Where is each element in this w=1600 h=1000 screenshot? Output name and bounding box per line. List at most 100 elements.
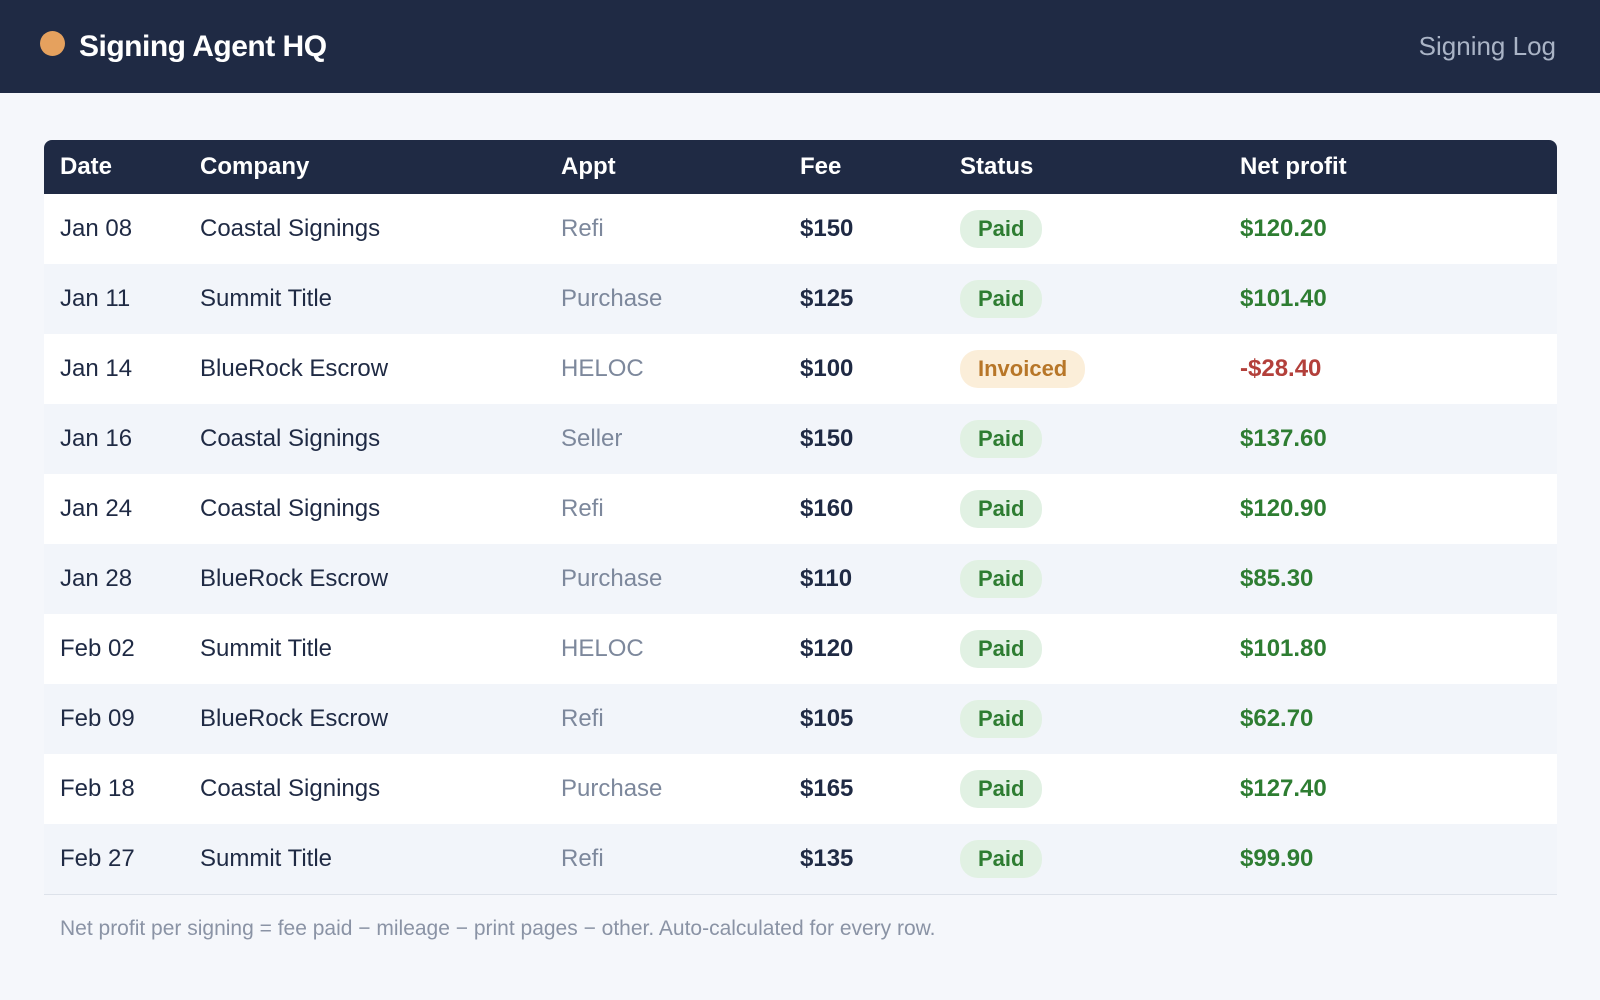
cell-date: Feb 18 bbox=[60, 775, 135, 802]
cell-company: Summit Title bbox=[200, 285, 333, 312]
cell-appt: Refi bbox=[561, 215, 604, 242]
footnote: Net profit per signing = fee paid − mile… bbox=[60, 917, 936, 940]
brand-title: Signing Agent HQ bbox=[79, 29, 327, 63]
status-badge: Paid bbox=[960, 490, 1043, 528]
table-header-row: Date Company Appt Fee Status Net profit bbox=[44, 140, 1557, 194]
cell-net-profit-value: $137.60 bbox=[1240, 425, 1327, 452]
cell-appt: Refi bbox=[561, 705, 604, 732]
cell-net-profit-value: $120.20 bbox=[1240, 215, 1327, 242]
column-header-company[interactable]: Company bbox=[184, 153, 545, 181]
cell-status: Paid bbox=[944, 700, 1224, 738]
cell-appt: Purchase bbox=[561, 565, 663, 592]
table-row[interactable]: Feb 09 BlueRock Escrow Refi $105 Paid $62.70 bbox=[44, 684, 1557, 754]
cell-company: BlueRock Escrow bbox=[200, 705, 389, 732]
cell-fee: $100 bbox=[800, 355, 854, 382]
status-badge: Paid bbox=[960, 280, 1043, 318]
cell-net-profit: $85.30 bbox=[1224, 565, 1557, 593]
cell-net-profit-value: $101.80 bbox=[1240, 635, 1327, 662]
cell-fee: $150 bbox=[800, 215, 854, 242]
table-row[interactable]: Feb 27 Summit Title Refi $135 Paid $99.90 bbox=[44, 824, 1557, 894]
cell-status: Paid bbox=[944, 280, 1224, 318]
cell-net-profit: $62.70 bbox=[1224, 705, 1557, 733]
column-header-date[interactable]: Date bbox=[44, 153, 184, 181]
cell-status: Paid bbox=[944, 840, 1224, 878]
status-badge: Invoiced bbox=[960, 350, 1086, 388]
cell-net-profit: $99.90 bbox=[1224, 845, 1557, 873]
cell-net-profit-value: $62.70 bbox=[1240, 705, 1314, 732]
cell-appt: Seller bbox=[561, 425, 623, 452]
nav-link-signing-log[interactable]: Signing Log bbox=[1419, 31, 1556, 62]
cell-net-profit-value: -$28.40 bbox=[1240, 355, 1322, 382]
column-header-fee[interactable]: Fee bbox=[784, 153, 944, 181]
cell-net-profit-value: $85.30 bbox=[1240, 565, 1314, 592]
table-row[interactable]: Feb 02 Summit Title HELOC $120 Paid $101.80 bbox=[44, 614, 1557, 684]
status-badge: Paid bbox=[960, 420, 1043, 458]
cell-net-profit: $127.40 bbox=[1224, 775, 1557, 803]
cell-company: BlueRock Escrow bbox=[200, 565, 389, 592]
top-bar: Signing Agent HQ Signing Log bbox=[0, 0, 1600, 93]
cell-appt: Refi bbox=[561, 495, 604, 522]
cell-fee: $150 bbox=[800, 425, 854, 452]
cell-status: Paid bbox=[944, 210, 1224, 248]
table-row[interactable]: Feb 18 Coastal Signings Purchase $165 Paid $1… bbox=[44, 754, 1557, 824]
cell-net-profit: $137.60 bbox=[1224, 425, 1557, 453]
cell-date: Jan 11 bbox=[60, 285, 131, 312]
cell-date: Jan 28 bbox=[60, 565, 133, 592]
table-row[interactable]: Jan 11 Summit Title Purchase $125 Paid $101.4… bbox=[44, 264, 1557, 334]
cell-status: Paid bbox=[944, 490, 1224, 528]
table-row[interactable]: Jan 28 BlueRock Escrow Purchase $110 Paid $85… bbox=[44, 544, 1557, 614]
cell-date: Feb 27 bbox=[60, 845, 135, 872]
cell-appt: Purchase bbox=[561, 285, 663, 312]
cell-company: Summit Title bbox=[200, 635, 333, 662]
cell-net-profit: $120.20 bbox=[1224, 215, 1557, 243]
cell-appt: HELOC bbox=[561, 635, 644, 662]
status-badge: Paid bbox=[960, 770, 1043, 808]
cell-net-profit-value: $127.40 bbox=[1240, 775, 1327, 802]
table-body: Jan 08 Coastal Signings Refi $150 Paid $120.2… bbox=[44, 194, 1557, 894]
cell-net-profit: $101.80 bbox=[1224, 635, 1557, 663]
brand[interactable]: Signing Agent HQ bbox=[40, 30, 327, 64]
cell-company: Coastal Signings bbox=[200, 775, 381, 802]
cell-fee: $105 bbox=[800, 705, 854, 732]
cell-net-profit: -$28.40 bbox=[1224, 355, 1557, 383]
cell-status: Paid bbox=[944, 630, 1224, 668]
cell-net-profit-value: $120.90 bbox=[1240, 495, 1327, 522]
cell-appt: HELOC bbox=[561, 355, 644, 382]
cell-company: Coastal Signings bbox=[200, 495, 381, 522]
cell-fee: $160 bbox=[800, 495, 854, 522]
cell-company: BlueRock Escrow bbox=[200, 355, 389, 382]
cell-net-profit-value: $101.40 bbox=[1240, 285, 1327, 312]
column-header-net-profit[interactable]: Net profit bbox=[1224, 153, 1557, 181]
cell-status: Paid bbox=[944, 560, 1224, 598]
status-badge: Paid bbox=[960, 630, 1043, 668]
table-row[interactable]: Jan 24 Coastal Signings Refi $160 Paid $120.9… bbox=[44, 474, 1557, 544]
cell-date: Jan 14 bbox=[60, 355, 133, 382]
cell-fee: $120 bbox=[800, 635, 854, 662]
cell-appt: Refi bbox=[561, 845, 604, 872]
brand-logo-icon bbox=[40, 31, 65, 56]
table-row[interactable]: Jan 14 BlueRock Escrow HELOC $100 Invoiced -$… bbox=[44, 334, 1557, 404]
column-header-status[interactable]: Status bbox=[944, 153, 1224, 181]
table-row[interactable]: Jan 16 Coastal Signings Seller $150 Paid $137… bbox=[44, 404, 1557, 474]
cell-date: Feb 02 bbox=[60, 635, 135, 662]
cell-net-profit: $101.40 bbox=[1224, 285, 1557, 313]
cell-company: Coastal Signings bbox=[200, 425, 381, 452]
status-badge: Paid bbox=[960, 700, 1043, 738]
cell-status: Paid bbox=[944, 420, 1224, 458]
cell-fee: $125 bbox=[800, 285, 854, 312]
cell-fee: $135 bbox=[800, 845, 854, 872]
table-row[interactable]: Jan 08 Coastal Signings Refi $150 Paid $120.2… bbox=[44, 194, 1557, 264]
cell-status: Paid bbox=[944, 770, 1224, 808]
cell-date: Jan 08 bbox=[60, 215, 133, 242]
cell-net-profit-value: $99.90 bbox=[1240, 845, 1314, 872]
cell-company: Summit Title bbox=[200, 845, 333, 872]
cell-fee: $165 bbox=[800, 775, 854, 802]
column-header-appt[interactable]: Appt bbox=[545, 153, 784, 181]
cell-date: Feb 09 bbox=[60, 705, 135, 732]
signing-log-table: Date Company Appt Fee Status Net profit … bbox=[44, 140, 1557, 941]
status-badge: Paid bbox=[960, 840, 1043, 878]
cell-company: Coastal Signings bbox=[200, 215, 381, 242]
cell-appt: Purchase bbox=[561, 775, 663, 802]
cell-date: Jan 24 bbox=[60, 495, 133, 522]
cell-net-profit: $120.90 bbox=[1224, 495, 1557, 523]
